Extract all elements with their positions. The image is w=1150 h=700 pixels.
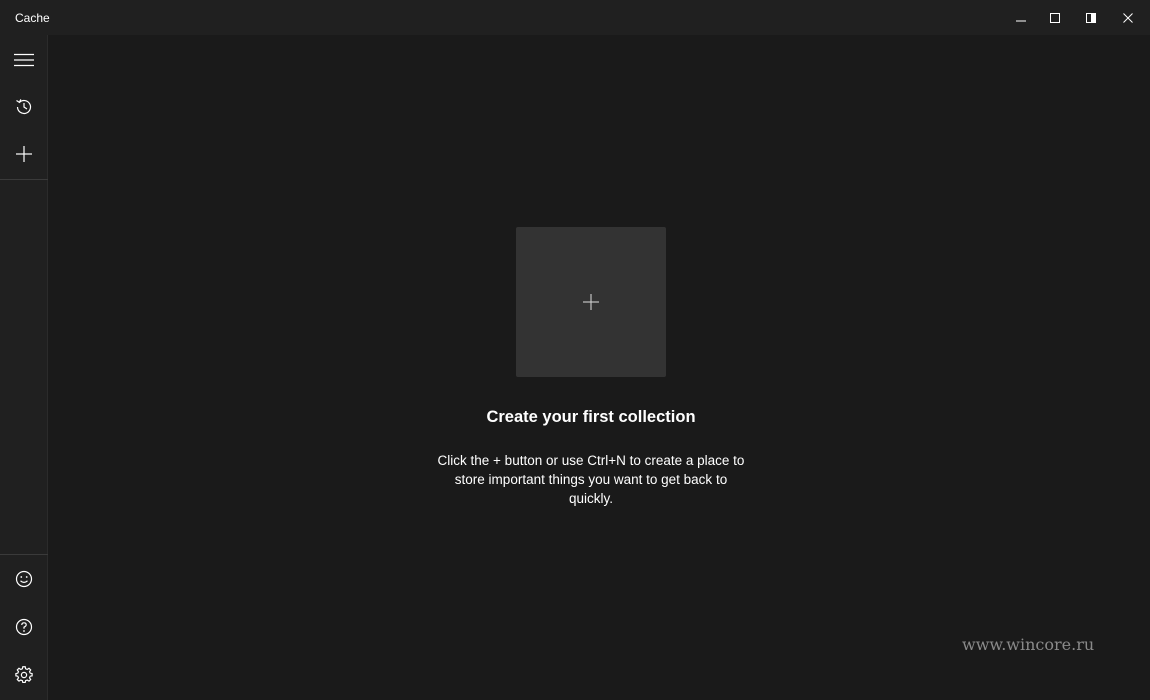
menu-button[interactable]	[0, 37, 48, 83]
app-title: Cache	[15, 11, 50, 25]
main-content: Create your first collection Click the +…	[48, 35, 1150, 700]
new-collection-button[interactable]	[0, 131, 48, 177]
maximize-button[interactable]	[1037, 0, 1073, 35]
sidebar-divider-top	[0, 179, 48, 180]
sidebar-divider-bottom	[0, 554, 48, 555]
snap-layout-button[interactable]	[1073, 0, 1109, 35]
maximize-icon	[1050, 12, 1060, 23]
settings-button[interactable]	[0, 652, 48, 698]
title-bar[interactable]: Cache	[0, 0, 1150, 35]
help-button[interactable]	[0, 604, 48, 650]
history-icon	[16, 99, 32, 115]
help-icon	[15, 618, 33, 636]
create-collection-tile[interactable]	[516, 227, 666, 377]
navigation-sidebar	[0, 35, 48, 700]
history-button[interactable]	[0, 84, 48, 130]
app-window: Cache Create your first collection Click…	[0, 0, 1150, 700]
minimize-button[interactable]	[1003, 0, 1039, 35]
feedback-smiley-icon	[15, 570, 33, 588]
settings-gear-icon	[15, 666, 33, 684]
plus-icon	[583, 294, 599, 310]
empty-state-description: Click the + button or use Ctrl+N to crea…	[437, 453, 745, 506]
minimize-icon	[1016, 20, 1026, 21]
close-button[interactable]	[1110, 0, 1146, 35]
add-icon	[16, 146, 32, 162]
snap-layout-icon	[1086, 12, 1096, 23]
watermark-text: www.wincore.ru	[962, 635, 1095, 654]
feedback-button[interactable]	[0, 556, 48, 602]
hamburger-menu-icon	[14, 53, 34, 67]
close-icon	[1123, 12, 1133, 23]
empty-state-title: Create your first collection	[486, 408, 696, 426]
